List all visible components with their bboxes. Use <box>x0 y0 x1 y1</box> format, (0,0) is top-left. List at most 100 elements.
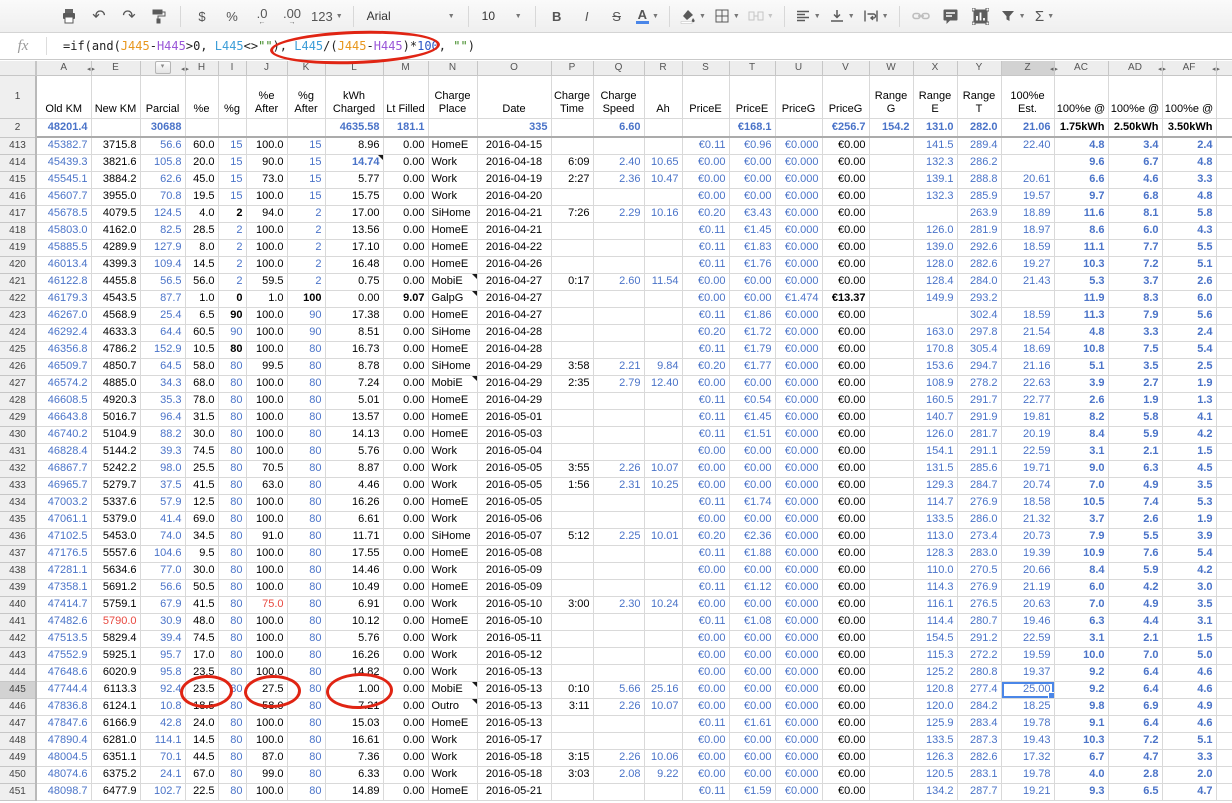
cell[interactable]: 1:56 <box>551 477 593 494</box>
cell[interactable]: 2:35 <box>551 375 593 392</box>
cell[interactable]: €0.11 <box>682 783 729 800</box>
hidden-columns-icon[interactable]: ◂ <box>181 64 185 75</box>
cell[interactable] <box>644 562 682 579</box>
cell[interactable]: 5.76 <box>325 630 383 647</box>
column-header[interactable]: X <box>913 61 957 75</box>
cell[interactable]: 10.5 <box>185 341 218 358</box>
cell[interactable]: 6020.9 <box>91 664 140 681</box>
column-header[interactable]: O <box>477 61 551 75</box>
cell[interactable]: 116.1 <box>913 596 957 613</box>
cell[interactable]: 2016-05-17 <box>477 732 551 749</box>
cell[interactable]: 4162.0 <box>91 222 140 239</box>
cell[interactable]: 0.00 <box>325 290 383 307</box>
cell[interactable]: 47061.1 <box>36 511 91 528</box>
cell[interactable] <box>551 664 593 681</box>
cell[interactable] <box>644 664 682 681</box>
cell[interactable]: 1.9 <box>1162 511 1216 528</box>
cell[interactable]: 2 <box>287 239 325 256</box>
totals-cell[interactable] <box>185 118 218 137</box>
cell[interactable]: €0.000 <box>775 613 822 630</box>
cell[interactable]: 56.6 <box>140 579 185 596</box>
cell[interactable]: €0.00 <box>729 630 775 647</box>
cell[interactable]: 100.0 <box>246 426 287 443</box>
cell[interactable]: 0.00 <box>383 205 428 222</box>
cell[interactable]: 80 <box>287 630 325 647</box>
cell[interactable]: 4.2 <box>1162 562 1216 579</box>
cell[interactable]: €0.00 <box>682 664 729 681</box>
cell[interactable]: 17.00 <box>325 205 383 222</box>
cell[interactable]: 134.2 <box>913 783 957 800</box>
cell[interactable]: 2 <box>287 205 325 222</box>
cell[interactable]: 2.1 <box>1108 443 1162 460</box>
cell[interactable]: €0.00 <box>822 732 869 749</box>
column-header[interactable]: S <box>682 61 729 75</box>
undo-button[interactable]: ↶ <box>85 4 113 28</box>
cell[interactable] <box>593 545 644 562</box>
cell[interactable]: SiHome <box>428 358 477 375</box>
cell[interactable]: 6.6 <box>1054 171 1108 188</box>
cell[interactable]: 74.0 <box>140 528 185 545</box>
cell[interactable]: 80 <box>218 715 246 732</box>
cell[interactable]: €0.000 <box>775 307 822 324</box>
cell[interactable]: 80 <box>218 783 246 800</box>
cell[interactable]: 80 <box>218 664 246 681</box>
cell[interactable]: 58.0 <box>246 698 287 715</box>
cell[interactable]: 100.0 <box>246 392 287 409</box>
cell[interactable]: 8.2 <box>1054 409 1108 426</box>
row-header[interactable]: 417 <box>0 205 36 222</box>
cell[interactable]: 46643.8 <box>36 409 91 426</box>
header-cell[interactable]: Range T <box>957 75 1001 118</box>
cell[interactable]: 284.0 <box>957 273 1001 290</box>
cell[interactable] <box>551 783 593 800</box>
header-cell[interactable]: PriceG <box>822 75 869 118</box>
cell[interactable]: 4.8 <box>1162 154 1216 171</box>
cell[interactable]: 47890.4 <box>36 732 91 749</box>
cell[interactable]: 74.5 <box>185 630 218 647</box>
cell[interactable]: 5790.0 <box>91 613 140 630</box>
cell[interactable]: 16.26 <box>325 494 383 511</box>
cell[interactable]: Work <box>428 766 477 783</box>
cell[interactable]: €0.000 <box>775 647 822 664</box>
cell[interactable] <box>593 324 644 341</box>
cell[interactable]: 30.9 <box>140 613 185 630</box>
cell[interactable]: 22.77 <box>1001 392 1054 409</box>
cell[interactable]: €0.11 <box>682 137 729 154</box>
redo-button[interactable]: ↷ <box>115 4 143 28</box>
cell[interactable]: 11.3 <box>1054 307 1108 324</box>
cell[interactable]: 2016-05-04 <box>477 443 551 460</box>
cell[interactable]: 17.0 <box>185 647 218 664</box>
cell[interactable]: Work <box>428 443 477 460</box>
cell[interactable] <box>1216 681 1232 698</box>
cell[interactable]: 6.7 <box>1108 154 1162 171</box>
cell[interactable]: €0.20 <box>682 528 729 545</box>
cell[interactable] <box>869 698 913 715</box>
cell[interactable]: 18.59 <box>1001 239 1054 256</box>
cell[interactable] <box>644 511 682 528</box>
cell[interactable]: 27.5 <box>246 681 287 698</box>
cell[interactable]: 3.1 <box>1162 613 1216 630</box>
cell[interactable]: 19.21 <box>1001 783 1054 800</box>
row-header[interactable]: 444 <box>0 664 36 681</box>
cell[interactable]: 21.32 <box>1001 511 1054 528</box>
cell[interactable]: 0.00 <box>383 443 428 460</box>
cell[interactable]: 100.0 <box>246 783 287 800</box>
cell[interactable]: 100.0 <box>246 375 287 392</box>
cell[interactable] <box>593 647 644 664</box>
cell[interactable]: 47482.6 <box>36 613 91 630</box>
cell[interactable]: €0.000 <box>775 460 822 477</box>
cell[interactable]: 3:00 <box>551 596 593 613</box>
cell[interactable] <box>644 443 682 460</box>
cell[interactable]: 286.2 <box>957 154 1001 171</box>
cell[interactable]: €0.00 <box>822 443 869 460</box>
cell[interactable]: 14.5 <box>185 732 218 749</box>
cell[interactable]: 2016-05-08 <box>477 545 551 562</box>
cell[interactable]: €0.00 <box>729 596 775 613</box>
cell[interactable] <box>644 426 682 443</box>
totals-cell[interactable]: 21.06 <box>1001 118 1054 137</box>
header-cell[interactable]: Lt Filled <box>383 75 428 118</box>
cell[interactable] <box>1216 426 1232 443</box>
cell[interactable]: 0.00 <box>383 596 428 613</box>
cell[interactable]: €1.45 <box>729 222 775 239</box>
cell[interactable]: 19.71 <box>1001 460 1054 477</box>
cell[interactable]: 292.6 <box>957 239 1001 256</box>
